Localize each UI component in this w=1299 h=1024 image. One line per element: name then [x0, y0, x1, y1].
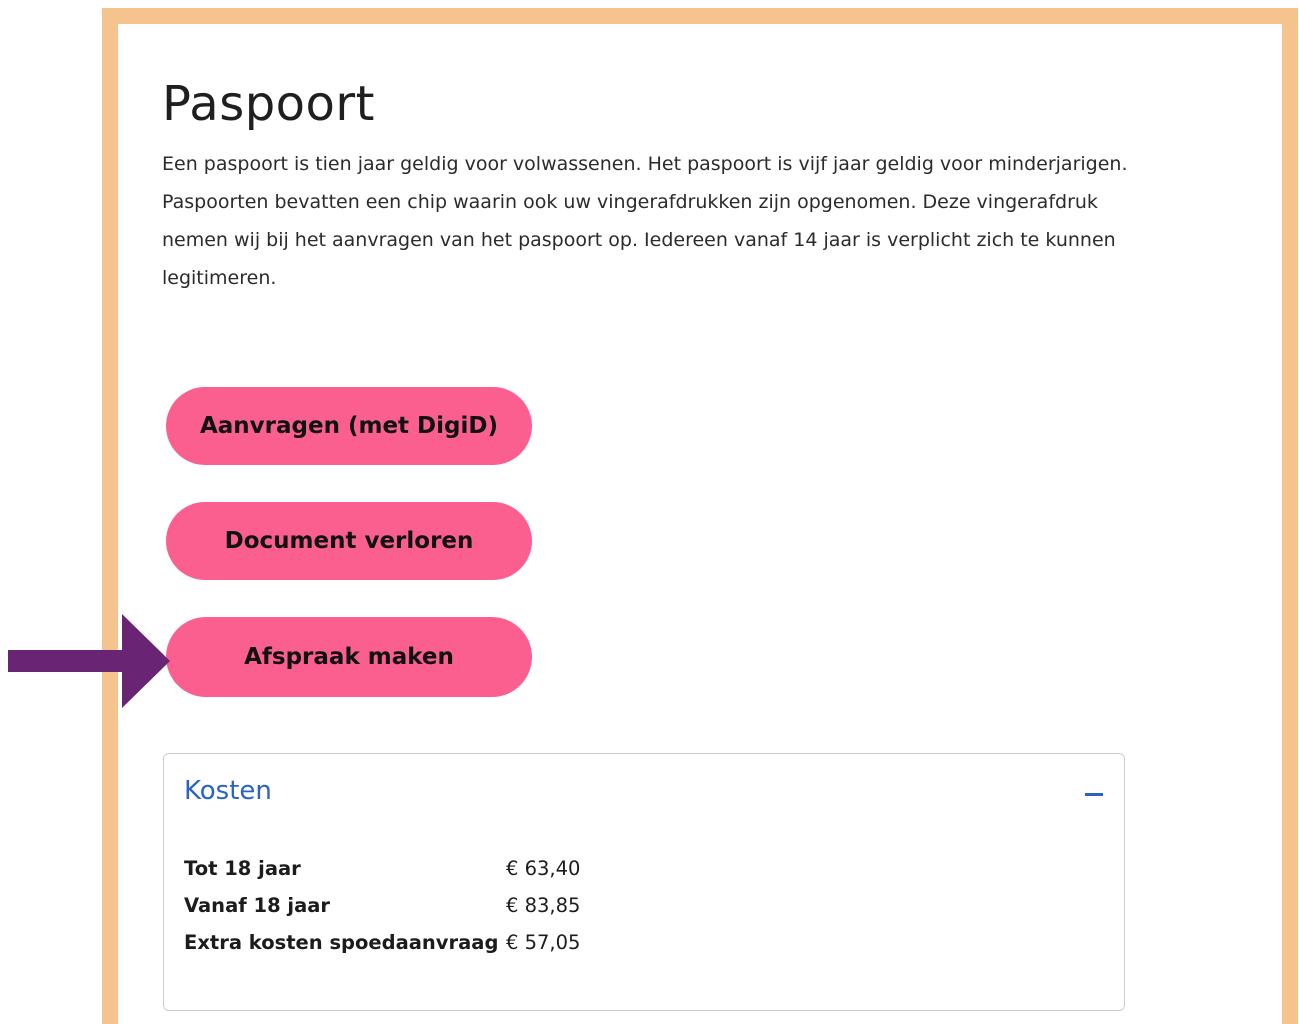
right-arrow-icon [8, 614, 170, 708]
table-row: Vanaf 18 jaar € 83,85 [184, 887, 580, 924]
costs-table: Tot 18 jaar € 63,40 Vanaf 18 jaar € 83,8… [184, 850, 580, 961]
cost-amount: € 57,05 [506, 931, 581, 954]
cost-label: Tot 18 jaar [184, 857, 301, 880]
cost-label: Extra kosten spoedaanvraag [184, 931, 499, 954]
minus-bar [1085, 792, 1103, 796]
table-row: Extra kosten spoedaanvraag € 57,05 [184, 924, 580, 961]
page-title: Paspoort [162, 76, 375, 132]
cost-amount: € 63,40 [506, 857, 581, 880]
costs-title[interactable]: Kosten [184, 776, 272, 806]
cost-label: Vanaf 18 jaar [184, 894, 331, 917]
make-appointment-button[interactable]: Afspraak maken [166, 617, 532, 697]
cost-amount: € 83,85 [506, 894, 581, 917]
table-row: Tot 18 jaar € 63,40 [184, 850, 580, 887]
apply-digid-button[interactable]: Aanvragen (met DigiD) [166, 387, 532, 465]
document-lost-button[interactable]: Document verloren [166, 502, 532, 580]
costs-accordion: Kosten Tot 18 jaar € 63,40 Vanaf 18 jaar… [163, 753, 1125, 1011]
minus-icon[interactable] [1080, 780, 1108, 808]
intro-text: Een paspoort is tien jaar geldig voor vo… [162, 153, 1128, 289]
